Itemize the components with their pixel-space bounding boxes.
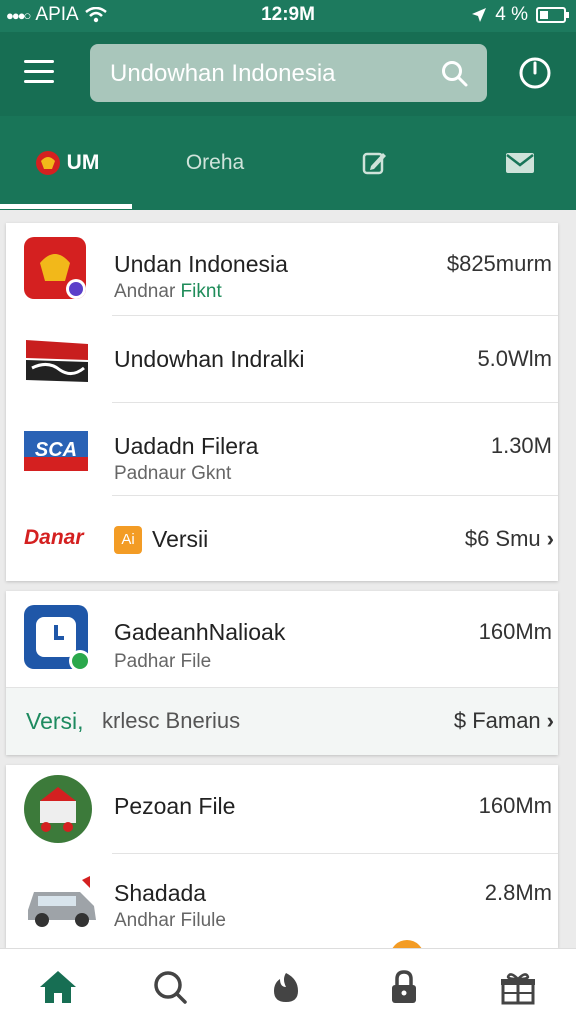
list-item[interactable]: Shadada Andhar Filule 2.8Mm (6, 854, 558, 948)
item-subtitle: Andnar Fiknt (114, 281, 222, 303)
nav-explore[interactable] (266, 967, 306, 1007)
item-subtitle: Padhar File (114, 651, 212, 672)
list-item[interactable]: SCA Uadadn Filera Padnaur Gknt 1.30M (6, 403, 558, 495)
item-title: Uadadn Filera (114, 433, 259, 459)
item-subtitle: Andhar Filule (114, 910, 226, 931)
item-title: Shadada (114, 880, 207, 906)
item-subtitle-a: Andnar (114, 281, 181, 302)
tab-label: Oreha (185, 151, 245, 174)
home-icon (40, 971, 76, 1003)
list-item[interactable]: Undan Indonesia Andnar Fiknt $825murm (6, 223, 558, 315)
power-icon[interactable] (518, 56, 552, 90)
promo-link[interactable]: $6 Smu › (465, 526, 554, 552)
brand-label: Danar (24, 526, 84, 549)
chevron-right-icon: › (546, 526, 554, 551)
nav-search[interactable] (150, 967, 190, 1007)
edit-icon (362, 152, 386, 175)
search-icon (154, 971, 187, 1004)
bottom-nav (0, 948, 576, 1024)
battery-icon (536, 7, 569, 23)
chevron-right-icon: › (546, 708, 554, 733)
item-value: $825murm (446, 251, 552, 276)
promo-row[interactable]: Danar Ai Versii $6 Smu › (6, 496, 558, 580)
list-item[interactable]: Pezoan File 160Mm (6, 765, 558, 853)
item-title: GadeanhNalioak (114, 619, 286, 645)
item-title: Pezoan File (114, 793, 236, 819)
promo-row[interactable]: Versi, krlesc Bnerius $ Faman › (6, 687, 558, 755)
nav-gift[interactable] (498, 967, 538, 1007)
item-value: 1.30M (490, 433, 552, 458)
nav-lock[interactable] (384, 967, 424, 1007)
promo-text: krlesc Bnerius (102, 708, 241, 733)
tab-home[interactable]: UM (0, 116, 132, 210)
search-query[interactable]: Undowhan Indonesia (110, 60, 336, 88)
item-title: Undan Indonesia (114, 251, 288, 277)
sca-logo: SCA (24, 431, 88, 471)
battery-percent: 4 % (495, 4, 528, 25)
tab-edit[interactable] (330, 116, 420, 210)
results-card-2: GadeanhNalioak Padhar File 160Mm Versi, … (6, 591, 558, 755)
item-value: 5.0Wlm (477, 346, 552, 371)
photo-thumbnail (24, 775, 92, 843)
flame-icon (274, 973, 298, 1002)
menu-icon[interactable] (24, 60, 54, 84)
app-bar: Undowhan Indonesia (0, 32, 576, 116)
lock-icon (392, 970, 416, 1003)
flag-logo (26, 340, 88, 382)
item-value: 160Mm (478, 619, 552, 644)
status-right: 4 % (471, 4, 569, 26)
mail-icon (506, 153, 534, 173)
garuda-logo (24, 237, 86, 299)
sca-logo-text: SCA (34, 439, 78, 461)
car-thumbnail (28, 876, 96, 927)
item-subtitle: Padnaur Gknt (114, 463, 232, 484)
item-title: Undowhan Indralki (114, 346, 305, 372)
tab-mail[interactable] (470, 116, 570, 210)
list-item[interactable]: GadeanhNalioak Padhar File 160Mm (6, 591, 558, 687)
list-item[interactable]: Undowhan Indralki 5.0Wlm (6, 316, 558, 402)
gift-icon (501, 973, 535, 1005)
versi-label: Versii (152, 526, 209, 552)
emblem-icon (35, 151, 60, 175)
location-arrow-icon (472, 8, 487, 22)
tab-oreha[interactable]: Oreha (150, 116, 280, 210)
item-value: 2.8Mm (484, 880, 552, 905)
ai-badge: Ai (114, 526, 142, 554)
search-bar[interactable]: Undowhan Indonesia (90, 44, 487, 102)
nav-home[interactable] (38, 967, 78, 1007)
promo-value: $ Faman (453, 708, 541, 733)
tab-indicator (0, 204, 132, 209)
promo-link[interactable]: $ Faman › (454, 708, 554, 734)
promo-value: $6 Smu (464, 526, 541, 551)
results-card-3: Pezoan File 160Mm Shadada Andhar Filule … (6, 765, 558, 948)
clock-app-icon (24, 605, 91, 672)
results-card-1: Undan Indonesia Andnar Fiknt $825murm Un… (6, 223, 558, 581)
tab-bar: UM Oreha (0, 116, 576, 210)
search-icon[interactable] (441, 60, 469, 88)
tab-label: UM (66, 151, 100, 174)
versi-link[interactable]: Versi, (26, 708, 84, 735)
status-bar: ●●●○ APIA 12:9M 4 % (0, 0, 576, 32)
item-value: 160Mm (478, 793, 552, 818)
item-subtitle-b: Fiknt (180, 281, 222, 302)
